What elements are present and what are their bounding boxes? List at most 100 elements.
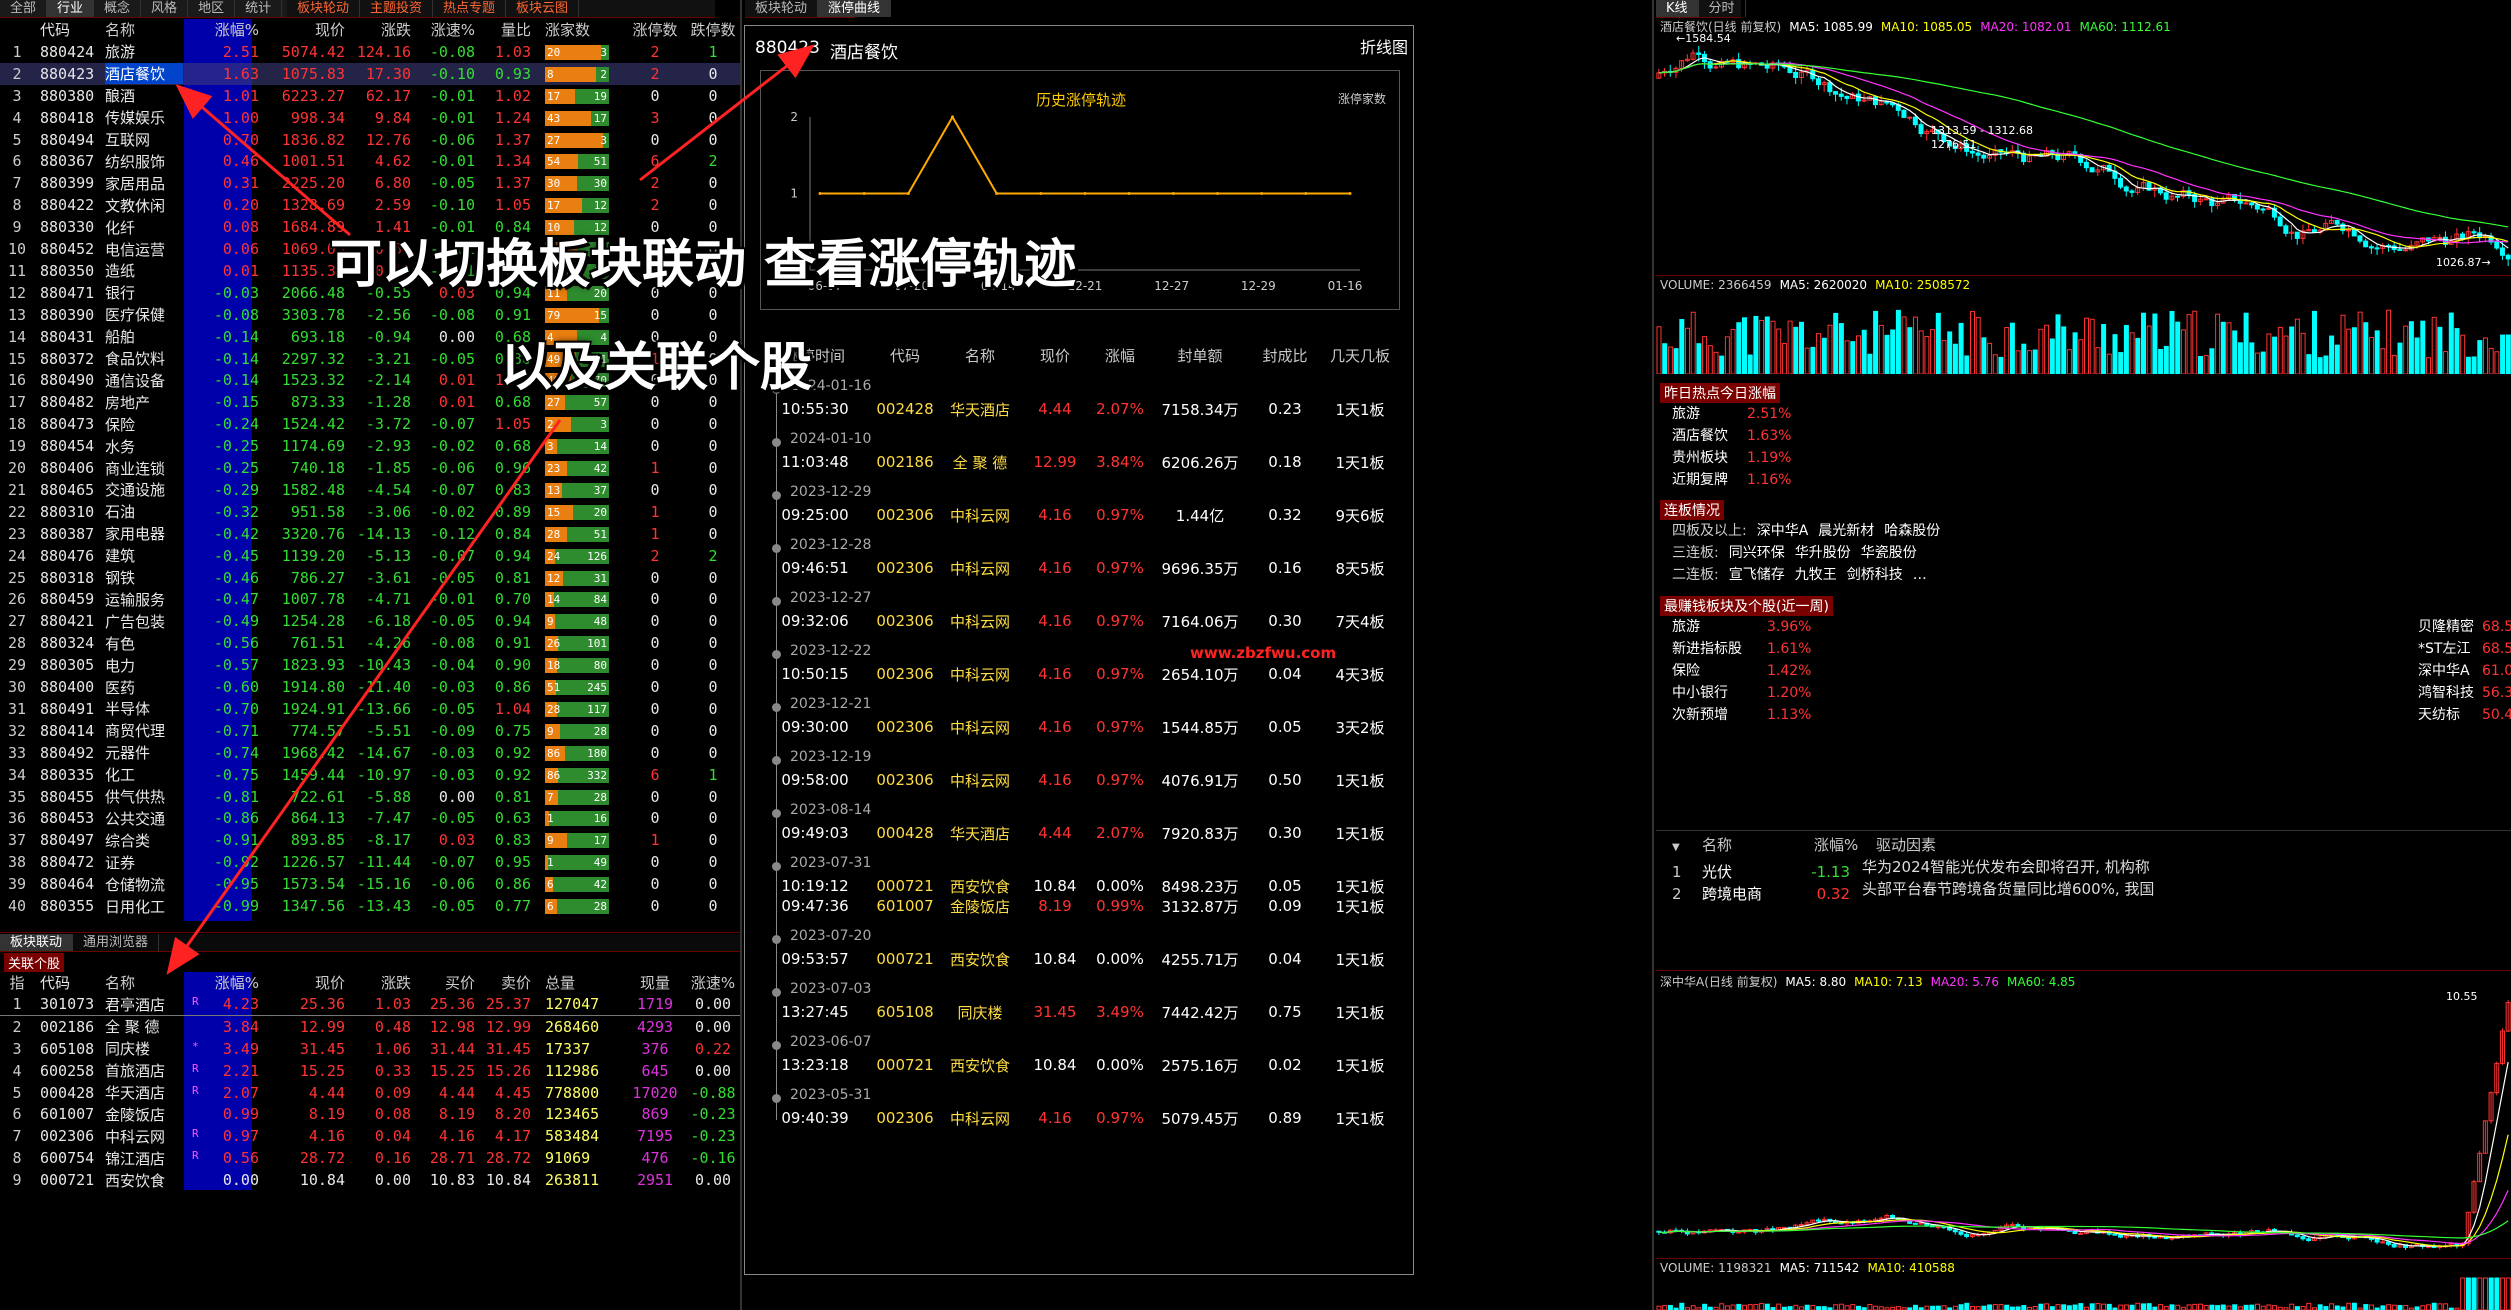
mid-tab[interactable]: 板块轮动: [745, 0, 819, 17]
limit-up-row[interactable]: 09:47:36 601007 金陵饭店 8.19 0.99% 3132.87万 0.09 1…: [760, 895, 1410, 917]
weekly-hot-stock[interactable]: 鸿智科技 56.3: [2418, 682, 2511, 702]
sector-row[interactable]: 33 880492 元器件 -0.74 1968.42 -14.67 -0.03 0.92 86…: [0, 742, 740, 764]
sector-row[interactable]: 31 880491 半导体 -0.70 1924.91 -13.66 -0.05 1.04 28…: [0, 698, 740, 720]
function-tab[interactable]: 板块轮动: [287, 0, 361, 17]
column-header[interactable]: 跌停数: [687, 19, 745, 40]
sector-row[interactable]: 26 880459 运输服务 -0.47 1007.78 -4.71 -0.01 0.70 14…: [0, 589, 740, 611]
sector-row[interactable]: 19 880454 水务 -0.25 1174.69 -2.93 -0.02 0.68 3 14 0…: [0, 435, 740, 457]
column-header[interactable]: 涨幅%: [1814, 834, 1876, 855]
board-stock[interactable]: 深中华A: [1757, 523, 1809, 539]
sector-row[interactable]: 24 880476 建筑 -0.45 1139.20 -5.13 -0.07 0.94 24 12…: [0, 545, 740, 567]
sector-row[interactable]: 5 880494 互联网 0.70 1836.82 12.76 -0.06 1.37 27 3 0 0: [0, 129, 740, 151]
board-stock[interactable]: 华瓷股份: [1861, 545, 1917, 561]
category-tab[interactable]: 行业: [47, 0, 95, 17]
limit-up-row[interactable]: 09:40:39 002306 中科云网 4.16 0.97% 5079.45万 0.89 1…: [760, 1107, 1410, 1129]
stock-row[interactable]: 7 R 002306 中科云网 0.97 4.16 0.04 4.16 4.17 583484 71…: [0, 1125, 740, 1147]
limit-up-row[interactable]: 11:03:48 002186 全 聚 德 12.99 3.84% 6206.26万 0.1…: [760, 451, 1410, 473]
column-header[interactable]: 涨幅%: [183, 972, 265, 993]
board-stock[interactable]: 剑桥科技: [1847, 567, 1903, 583]
sector-row[interactable]: 30 880400 医药 -0.60 1914.80 -11.40 -0.03 0.86 51 2…: [0, 676, 740, 698]
stock-row[interactable]: 4 R 600258 首旅酒店 2.21 15.25 0.33 15.25 15.26 11298…: [0, 1060, 740, 1082]
column-header[interactable]: 名称: [105, 972, 183, 993]
function-tab[interactable]: 板块云图: [506, 0, 580, 17]
column-header[interactable]: 卖价: [481, 972, 537, 993]
sector-row[interactable]: 25 880318 钢铁 -0.46 786.27 -3.61 -0.05 0.81 12 31 0…: [0, 567, 740, 589]
sector-row[interactable]: 21 880465 交通设施 -0.29 1582.48 -4.54 -0.07 0.83 13…: [0, 479, 740, 501]
limit-up-row[interactable]: 09:53:57 000721 西安饮食 10.84 0.00% 4255.71万 0.04…: [760, 948, 1410, 970]
stock-row[interactable]: 5 R 000428 华天酒店 2.07 4.44 0.09 4.44 4.45 778800 17…: [0, 1082, 740, 1104]
stock-row[interactable]: 3 * 605108 同庆楼 3.49 31.45 1.06 31.44 31.45 17337 3…: [0, 1038, 740, 1060]
sector-row[interactable]: 37 880497 综合类 -0.91 893.85 -8.17 0.03 0.83 9 17 1 0: [0, 829, 740, 851]
sector-row[interactable]: 6 880367 纺织服饰 0.46 1001.51 4.62 -0.01 1.34 54 51 6…: [0, 151, 740, 173]
line-chart-button[interactable]: 折线图: [1360, 34, 1408, 58]
limit-up-row[interactable]: 13:27:45 605108 同庆楼 31.45 3.49% 7442.42万 0.75 1…: [760, 1001, 1410, 1023]
board-stock[interactable]: …: [1913, 567, 1927, 583]
sector-row[interactable]: 28 880324 有色 -0.56 761.51 -4.26 -0.08 0.91 26 101…: [0, 632, 740, 654]
sort-arrow-icon[interactable]: ▼: [1672, 842, 1702, 853]
stock-row[interactable]: 9 000721 西安饮食 0.00 10.84 0.00 10.83 10.84 263811…: [0, 1169, 740, 1191]
column-header[interactable]: 涨跌: [351, 19, 417, 40]
limit-up-row[interactable]: 09:46:51 002306 中科云网 4.16 0.97% 9696.35万 0.16 8…: [760, 557, 1410, 579]
board-stock[interactable]: 华升股份: [1795, 545, 1851, 561]
sector-row[interactable]: 7 880399 家居用品 0.31 2225.20 6.80 -0.05 1.37 30 30 2…: [0, 172, 740, 194]
board-stock[interactable]: 九牧王: [1795, 567, 1837, 583]
column-header[interactable]: 涨跌: [351, 972, 417, 993]
stock-row[interactable]: 2 002186 全 聚 德 3.84 12.99 0.48 12.98 12.99 26846…: [0, 1016, 740, 1038]
category-tab[interactable]: 风格: [141, 0, 189, 17]
column-header[interactable]: 代码: [40, 972, 105, 993]
board-stock[interactable]: 晨光新材: [1818, 523, 1874, 539]
limit-up-row[interactable]: 09:49:03 000428 华天酒店 4.44 2.07% 7920.83万 0.30 1…: [760, 822, 1410, 844]
limit-up-row[interactable]: 10:50:15 002306 中科云网 4.16 0.97% 2654.10万 0.04 4…: [760, 663, 1410, 685]
column-header[interactable]: 名称: [940, 345, 1020, 366]
column-header[interactable]: 封单额: [1150, 345, 1250, 366]
stock-row[interactable]: 1 R 301073 君亭酒店 4.23 25.36 1.03 25.36 25.37 12704…: [0, 994, 740, 1016]
limit-up-row[interactable]: 09:30:00 002306 中科云网 4.16 0.97% 1544.85万 0.05 3…: [760, 716, 1410, 738]
limit-up-row[interactable]: 13:23:18 000721 西安饮食 10.84 0.00% 2575.16万 0.02…: [760, 1054, 1410, 1076]
sector-row[interactable]: 2 880423 酒店餐饮 1.63 1075.83 17.30 -0.10 0.93 8 2 2 0: [0, 62, 740, 85]
hot-item[interactable]: 近期复牌 1.16%: [1672, 469, 1791, 489]
stock-row[interactable]: 8 R 600754 锦江酒店 0.56 28.72 0.16 28.71 28.72 91069…: [0, 1147, 740, 1169]
column-header[interactable]: 涨速%: [687, 972, 745, 993]
column-header[interactable]: 代码: [40, 19, 105, 40]
sector-row[interactable]: 3 880380 酿酒 1.01 6223.27 62.17 -0.01 1.02 17 19 0 0: [0, 85, 740, 107]
weekly-hot-item[interactable]: 旅游 3.96%: [1672, 616, 1811, 636]
sector-row[interactable]: 40 880355 日用化工 -0.99 1347.56 -13.43 -0.05 0.77 6…: [0, 895, 740, 917]
limit-up-row[interactable]: 09:32:06 002306 中科云网 4.16 0.97% 7164.06万 0.30 7…: [760, 610, 1410, 632]
column-header[interactable]: 涨停数: [629, 19, 687, 40]
board-stock[interactable]: 哈森股份: [1884, 523, 1940, 539]
sector-row[interactable]: 18 880473 保险 -0.24 1524.42 -3.72 -0.07 1.05 2 3 0 0: [0, 413, 740, 435]
column-header[interactable]: 涨幅%: [183, 19, 265, 40]
lower-tab[interactable]: 通用浏览器: [73, 934, 160, 951]
column-header[interactable]: 现价: [265, 972, 351, 993]
sector-row[interactable]: 38 880472 证券 -0.92 1226.57 -11.44 -0.07 0.95 1 49…: [0, 851, 740, 873]
driver-row[interactable]: 2 跨境电商 0.32 头部平台春节跨境备货量同比增600%, 我国: [1672, 878, 2202, 904]
sector-row[interactable]: 8 880422 文教休闲 0.20 1328.69 2.59 -0.10 1.05 17 12 2…: [0, 194, 740, 216]
sector-row[interactable]: 35 880455 供气供热 -0.81 722.61 -5.88 0.00 0.81 7 28 0…: [0, 786, 740, 808]
weekly-hot-item[interactable]: 中小银行 1.20%: [1672, 682, 1811, 702]
category-tab[interactable]: 统计: [235, 0, 283, 17]
column-header[interactable]: 名称: [1702, 834, 1814, 855]
column-header[interactable]: 涨家数: [537, 19, 629, 40]
sector-row[interactable]: 29 880305 电力 -0.57 1823.93 -10.43 -0.04 0.90 18 8…: [0, 654, 740, 676]
limit-up-row[interactable]: 10:55:30 002428 华天酒店 4.44 2.07% 7158.34万 0.23 1…: [760, 398, 1410, 420]
limit-up-row[interactable]: 09:58:00 002306 中科云网 4.16 0.97% 4076.91万 0.50 1…: [760, 769, 1410, 791]
weekly-hot-stock[interactable]: 贝隆精密 68.5: [2418, 616, 2511, 636]
mid-tab[interactable]: 涨停曲线: [818, 0, 892, 17]
sector-row[interactable]: 32 880414 商贸代理 -0.71 774.57 -5.51 -0.09 0.75 9 28…: [0, 720, 740, 742]
weekly-hot-item[interactable]: 次新预增 1.13%: [1672, 704, 1811, 724]
sector-row[interactable]: 27 880421 广告包装 -0.49 1254.28 -6.18 -0.05 0.94 9 4…: [0, 610, 740, 632]
sector-row[interactable]: 34 880335 化工 -0.75 1459.44 -10.97 -0.03 0.92 86 3…: [0, 764, 740, 786]
weekly-hot-item[interactable]: 保险 1.42%: [1672, 660, 1811, 680]
lower-tab[interactable]: 板块联动: [0, 934, 74, 951]
column-header[interactable]: 封成比: [1250, 345, 1320, 366]
sector-row[interactable]: 20 880406 商业连锁 -0.25 740.18 -1.85 -0.06 0.96 23 4…: [0, 457, 740, 479]
function-tab[interactable]: 主题投资: [360, 0, 434, 17]
sector-row[interactable]: 13 880390 医疗保健 -0.08 3303.78 -2.56 -0.08 0.91 79…: [0, 304, 740, 326]
column-header[interactable]: 名称: [105, 19, 183, 40]
sector-row[interactable]: 36 880453 公共交通 -0.86 864.13 -7.47 -0.05 0.63 1 16…: [0, 808, 740, 830]
column-header[interactable]: 总量: [537, 972, 629, 993]
board-stock[interactable]: 同兴环保: [1729, 545, 1785, 561]
weekly-hot-stock[interactable]: *ST左江 68.5: [2418, 638, 2511, 658]
limit-up-row[interactable]: 09:25:00 002306 中科云网 4.16 0.97% 1.44亿 0.32 9天6板: [760, 504, 1410, 526]
column-header[interactable]: 现价: [1020, 345, 1090, 366]
